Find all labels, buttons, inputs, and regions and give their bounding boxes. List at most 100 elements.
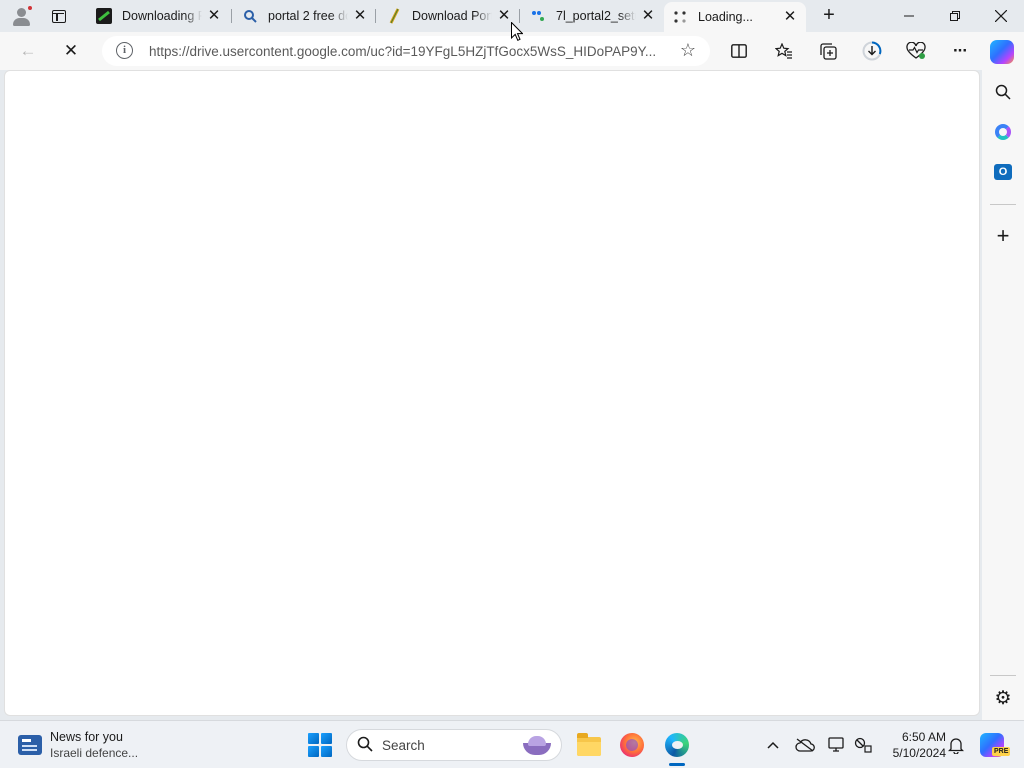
folder-icon bbox=[577, 733, 601, 756]
address-bar[interactable]: i https://drive.usercontent.google.com/u… bbox=[102, 36, 710, 66]
tab-portal-search[interactable]: portal 2 free do ✕ bbox=[234, 4, 376, 28]
search-highlight-icon bbox=[521, 734, 553, 756]
split-screen-icon bbox=[731, 44, 747, 58]
close-window-button[interactable] bbox=[978, 0, 1024, 32]
profile-button[interactable] bbox=[8, 4, 34, 28]
page-content-area[interactable] bbox=[4, 70, 980, 716]
pencil-icon bbox=[386, 8, 402, 24]
tab-downloading[interactable]: Downloading P ✕ bbox=[88, 4, 230, 28]
display-tray[interactable] bbox=[826, 734, 848, 756]
tab-title: 7l_portal2_setu bbox=[556, 9, 636, 23]
tab-title: Downloading P bbox=[122, 9, 202, 23]
tab-portal2-setup[interactable]: 7l_portal2_setu ✕ bbox=[522, 4, 664, 28]
monitor-icon bbox=[828, 737, 844, 752]
restore-icon bbox=[950, 11, 960, 21]
edge-icon bbox=[665, 733, 689, 757]
green-s-icon bbox=[96, 8, 112, 24]
search-placeholder: Search bbox=[382, 738, 425, 753]
plus-icon: + bbox=[996, 223, 1010, 248]
chevron-up-icon bbox=[767, 741, 779, 749]
file-explorer-app[interactable] bbox=[575, 731, 603, 759]
outlook-icon: O bbox=[994, 164, 1012, 180]
network-icon bbox=[854, 737, 872, 753]
start-button[interactable] bbox=[308, 733, 332, 757]
tab-actions-icon bbox=[52, 9, 66, 23]
notifications-button[interactable] bbox=[945, 734, 967, 756]
favorites-button[interactable] bbox=[771, 38, 797, 64]
news-widget[interactable]: News for you Israeli defence... bbox=[18, 729, 198, 761]
sidebar-search-button[interactable] bbox=[991, 80, 1015, 104]
network-tray[interactable] bbox=[852, 734, 874, 756]
search-icon bbox=[357, 736, 373, 757]
firefox-app[interactable] bbox=[618, 731, 646, 759]
close-tab-icon[interactable]: ✕ bbox=[640, 8, 656, 24]
tab-title: portal 2 free do bbox=[268, 9, 348, 23]
restore-button[interactable] bbox=[932, 0, 978, 32]
firefox-icon bbox=[620, 733, 644, 757]
downloads-button[interactable] bbox=[859, 38, 885, 64]
clock-date: 5/10/2024 bbox=[892, 746, 946, 760]
back-arrow-icon: ← bbox=[19, 41, 37, 60]
download-progress-icon bbox=[862, 41, 882, 61]
edge-app[interactable] bbox=[663, 731, 691, 759]
cloud-off-icon bbox=[795, 738, 815, 752]
preview-badge: PRE bbox=[992, 747, 1011, 756]
sidebar-outlook-button[interactable]: O bbox=[991, 160, 1015, 184]
system-clock[interactable]: 6:50 AM 5/10/2024 bbox=[876, 729, 946, 761]
news-icon bbox=[18, 735, 42, 755]
news-title: News for you bbox=[50, 730, 123, 744]
sidebar-divider bbox=[990, 204, 1016, 205]
minimize-icon bbox=[904, 15, 914, 17]
new-tab-button[interactable]: + bbox=[818, 5, 840, 27]
copilot-button[interactable] bbox=[990, 40, 1014, 64]
close-tab-icon[interactable]: ✕ bbox=[352, 8, 368, 24]
mouse-cursor bbox=[511, 21, 524, 41]
close-tab-icon[interactable]: ✕ bbox=[496, 8, 512, 24]
collections-icon bbox=[819, 42, 837, 60]
cursor-arrow-icon bbox=[511, 21, 524, 41]
edge-sidebar: O + ⚙ bbox=[982, 70, 1024, 720]
gear-icon: ⚙ bbox=[994, 687, 1012, 709]
collections-button[interactable] bbox=[815, 38, 841, 64]
tab-title: Download Port bbox=[412, 9, 492, 23]
tab-loading-active[interactable]: Loading... ✕ bbox=[664, 2, 806, 32]
close-icon bbox=[995, 10, 1007, 22]
profile-avatar-icon bbox=[17, 8, 26, 17]
minimize-button[interactable] bbox=[886, 0, 932, 32]
profile-alert-badge bbox=[27, 5, 33, 11]
active-app-indicator bbox=[669, 763, 685, 766]
loading-spinner-icon bbox=[672, 9, 688, 25]
favorite-star-icon[interactable]: ☆ bbox=[680, 41, 696, 59]
more-options-icon: ··· bbox=[953, 41, 968, 60]
settings-more-button[interactable]: ··· bbox=[947, 38, 973, 64]
onedrive-tray[interactable] bbox=[794, 734, 816, 756]
clock-time: 6:50 AM bbox=[901, 730, 946, 744]
windows-logo-icon bbox=[308, 733, 319, 744]
microsoft-365-icon bbox=[995, 124, 1011, 140]
stop-loading-button[interactable]: ✕ bbox=[58, 38, 84, 64]
news-headline: Israeli defence... bbox=[50, 746, 139, 760]
search-icon bbox=[242, 8, 258, 24]
close-tab-icon[interactable]: ✕ bbox=[782, 9, 798, 25]
tab-actions-button[interactable] bbox=[48, 6, 70, 26]
site-info-icon[interactable]: i bbox=[116, 42, 133, 59]
sidebar-m365-button[interactable] bbox=[991, 120, 1015, 144]
url-text[interactable]: https://drive.usercontent.google.com/uc?… bbox=[149, 44, 669, 59]
tab-title: Loading... bbox=[698, 10, 753, 24]
split-screen-button[interactable] bbox=[726, 38, 752, 64]
close-tab-icon[interactable]: ✕ bbox=[206, 8, 222, 24]
tab-download-portal[interactable]: Download Port ✕ bbox=[378, 4, 520, 28]
bell-icon bbox=[948, 737, 964, 754]
taskbar-search[interactable]: Search bbox=[346, 729, 562, 761]
drive-icon bbox=[530, 8, 546, 24]
favorites-list-icon bbox=[775, 43, 792, 59]
show-hidden-icons-button[interactable] bbox=[762, 734, 784, 756]
search-icon bbox=[995, 84, 1011, 100]
browser-essentials-button[interactable] bbox=[903, 38, 929, 64]
heart-pulse-icon bbox=[906, 42, 926, 59]
windows-taskbar: News for you Israeli defence... Search 6… bbox=[0, 720, 1024, 768]
sidebar-settings-button[interactable]: ⚙ bbox=[991, 686, 1015, 710]
sidebar-add-button[interactable]: + bbox=[991, 223, 1015, 248]
sidebar-divider-bottom bbox=[990, 675, 1016, 676]
back-button[interactable]: ← bbox=[15, 38, 41, 64]
